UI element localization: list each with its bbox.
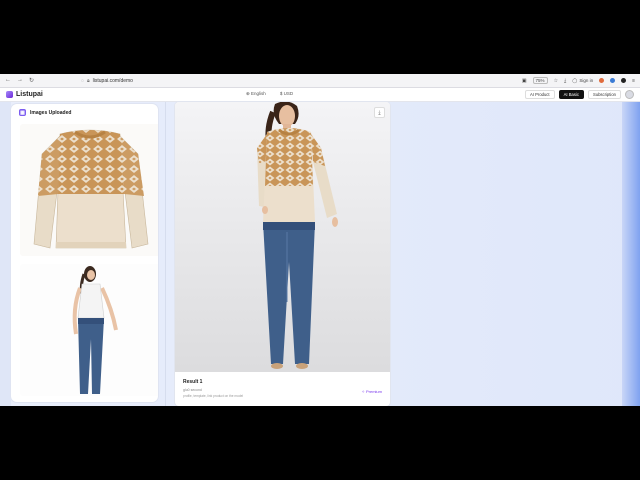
ai-product-button[interactable]: AI Product [525, 90, 555, 99]
subscription-button[interactable]: Subscription [587, 90, 621, 99]
logo[interactable]: Listupai [6, 91, 43, 98]
result-image[interactable]: ⤓ [175, 102, 390, 372]
main-content: ▦ Images Uploaded ⤓ Result 1 glu0 second… [0, 102, 640, 406]
currency-value: USD [283, 91, 294, 96]
extension-icon[interactable] [610, 78, 616, 83]
language-select[interactable]: ⊕ English [246, 91, 266, 97]
url-text[interactable]: listupai.com/demo [93, 78, 133, 84]
premium-link[interactable]: ✧ Premium [362, 389, 383, 394]
zoom-level[interactable]: 75% [532, 77, 548, 84]
logo-icon [6, 91, 13, 98]
app-header: Listupai ⊕ English $ USD AI Product AI B… [0, 88, 640, 102]
left-edge-bar [0, 102, 11, 406]
images-uploaded-panel: ▦ Images Uploaded [11, 104, 158, 402]
screenshot-icon[interactable]: ▣ [522, 78, 527, 84]
result-title: Result 1 [183, 379, 203, 385]
download-icon[interactable]: ⤓ [564, 78, 566, 84]
forward-icon[interactable]: → [17, 77, 23, 84]
bookmark-star-icon[interactable]: ☆ [554, 78, 558, 84]
back-icon[interactable]: ← [5, 77, 11, 84]
header-selectors: ⊕ English $ USD [246, 91, 293, 97]
sparkle-icon: ✧ [361, 389, 365, 394]
currency-select[interactable]: $ USD [280, 91, 293, 97]
result-card: ⤓ Result 1 glu0 second profile, template… [175, 102, 390, 406]
ai-basic-button[interactable]: AI Basic [558, 90, 584, 99]
menu-icon[interactable]: ≡ [632, 78, 635, 84]
extension-icon[interactable] [621, 78, 627, 83]
dollar-icon: $ [279, 91, 283, 96]
header-actions: AI Product AI Basic Subscription [525, 90, 640, 99]
result-description: profile, template, link product on the m… [183, 394, 244, 398]
premium-label: Premium [365, 389, 382, 394]
panel-header: ▦ Images Uploaded [19, 109, 158, 116]
panel-divider [165, 102, 166, 406]
panel-title: Images Uploaded [30, 109, 72, 116]
download-icon[interactable]: ⤓ [374, 107, 385, 118]
result-time: glu0 second [183, 388, 202, 392]
user-icon: ◯ [572, 77, 578, 83]
extension-icon[interactable] [599, 78, 605, 83]
right-scroll-strip[interactable] [622, 102, 640, 406]
browser-nav: ← → ↻ [0, 77, 75, 84]
language-value: English [251, 91, 266, 96]
browser-toolbar: ← → ↻ ◌ 🔒︎ listupai.com/demo ▣ 75% ☆ ⤓ ◯… [0, 74, 640, 88]
address-bar[interactable]: ◌ 🔒︎ listupai.com/demo [81, 78, 133, 84]
uploaded-model-image[interactable] [20, 264, 158, 396]
sign-in-button[interactable]: ◯ Sign in [572, 78, 593, 84]
sign-in-label: Sign in [579, 78, 594, 83]
browser-right-controls: ▣ 75% ☆ ⤓ ◯ Sign in ≡ [522, 77, 640, 84]
shield-icon: ◌ [81, 77, 84, 84]
lock-icon: 🔒︎ [86, 77, 90, 84]
sweater-illustration [33, 129, 149, 249]
globe-icon: ⊕ [246, 91, 250, 96]
result-model-illustration [257, 102, 338, 369]
logo-text: Listupai [16, 91, 43, 98]
screen: ← → ↻ ◌ 🔒︎ listupai.com/demo ▣ 75% ☆ ⤓ ◯… [0, 74, 640, 406]
reload-icon[interactable]: ↻ [29, 77, 34, 84]
image-icon: ▦ [19, 109, 26, 116]
uploaded-sweater-image[interactable] [20, 124, 158, 256]
model-illustration [72, 266, 118, 394]
avatar[interactable] [625, 90, 634, 99]
